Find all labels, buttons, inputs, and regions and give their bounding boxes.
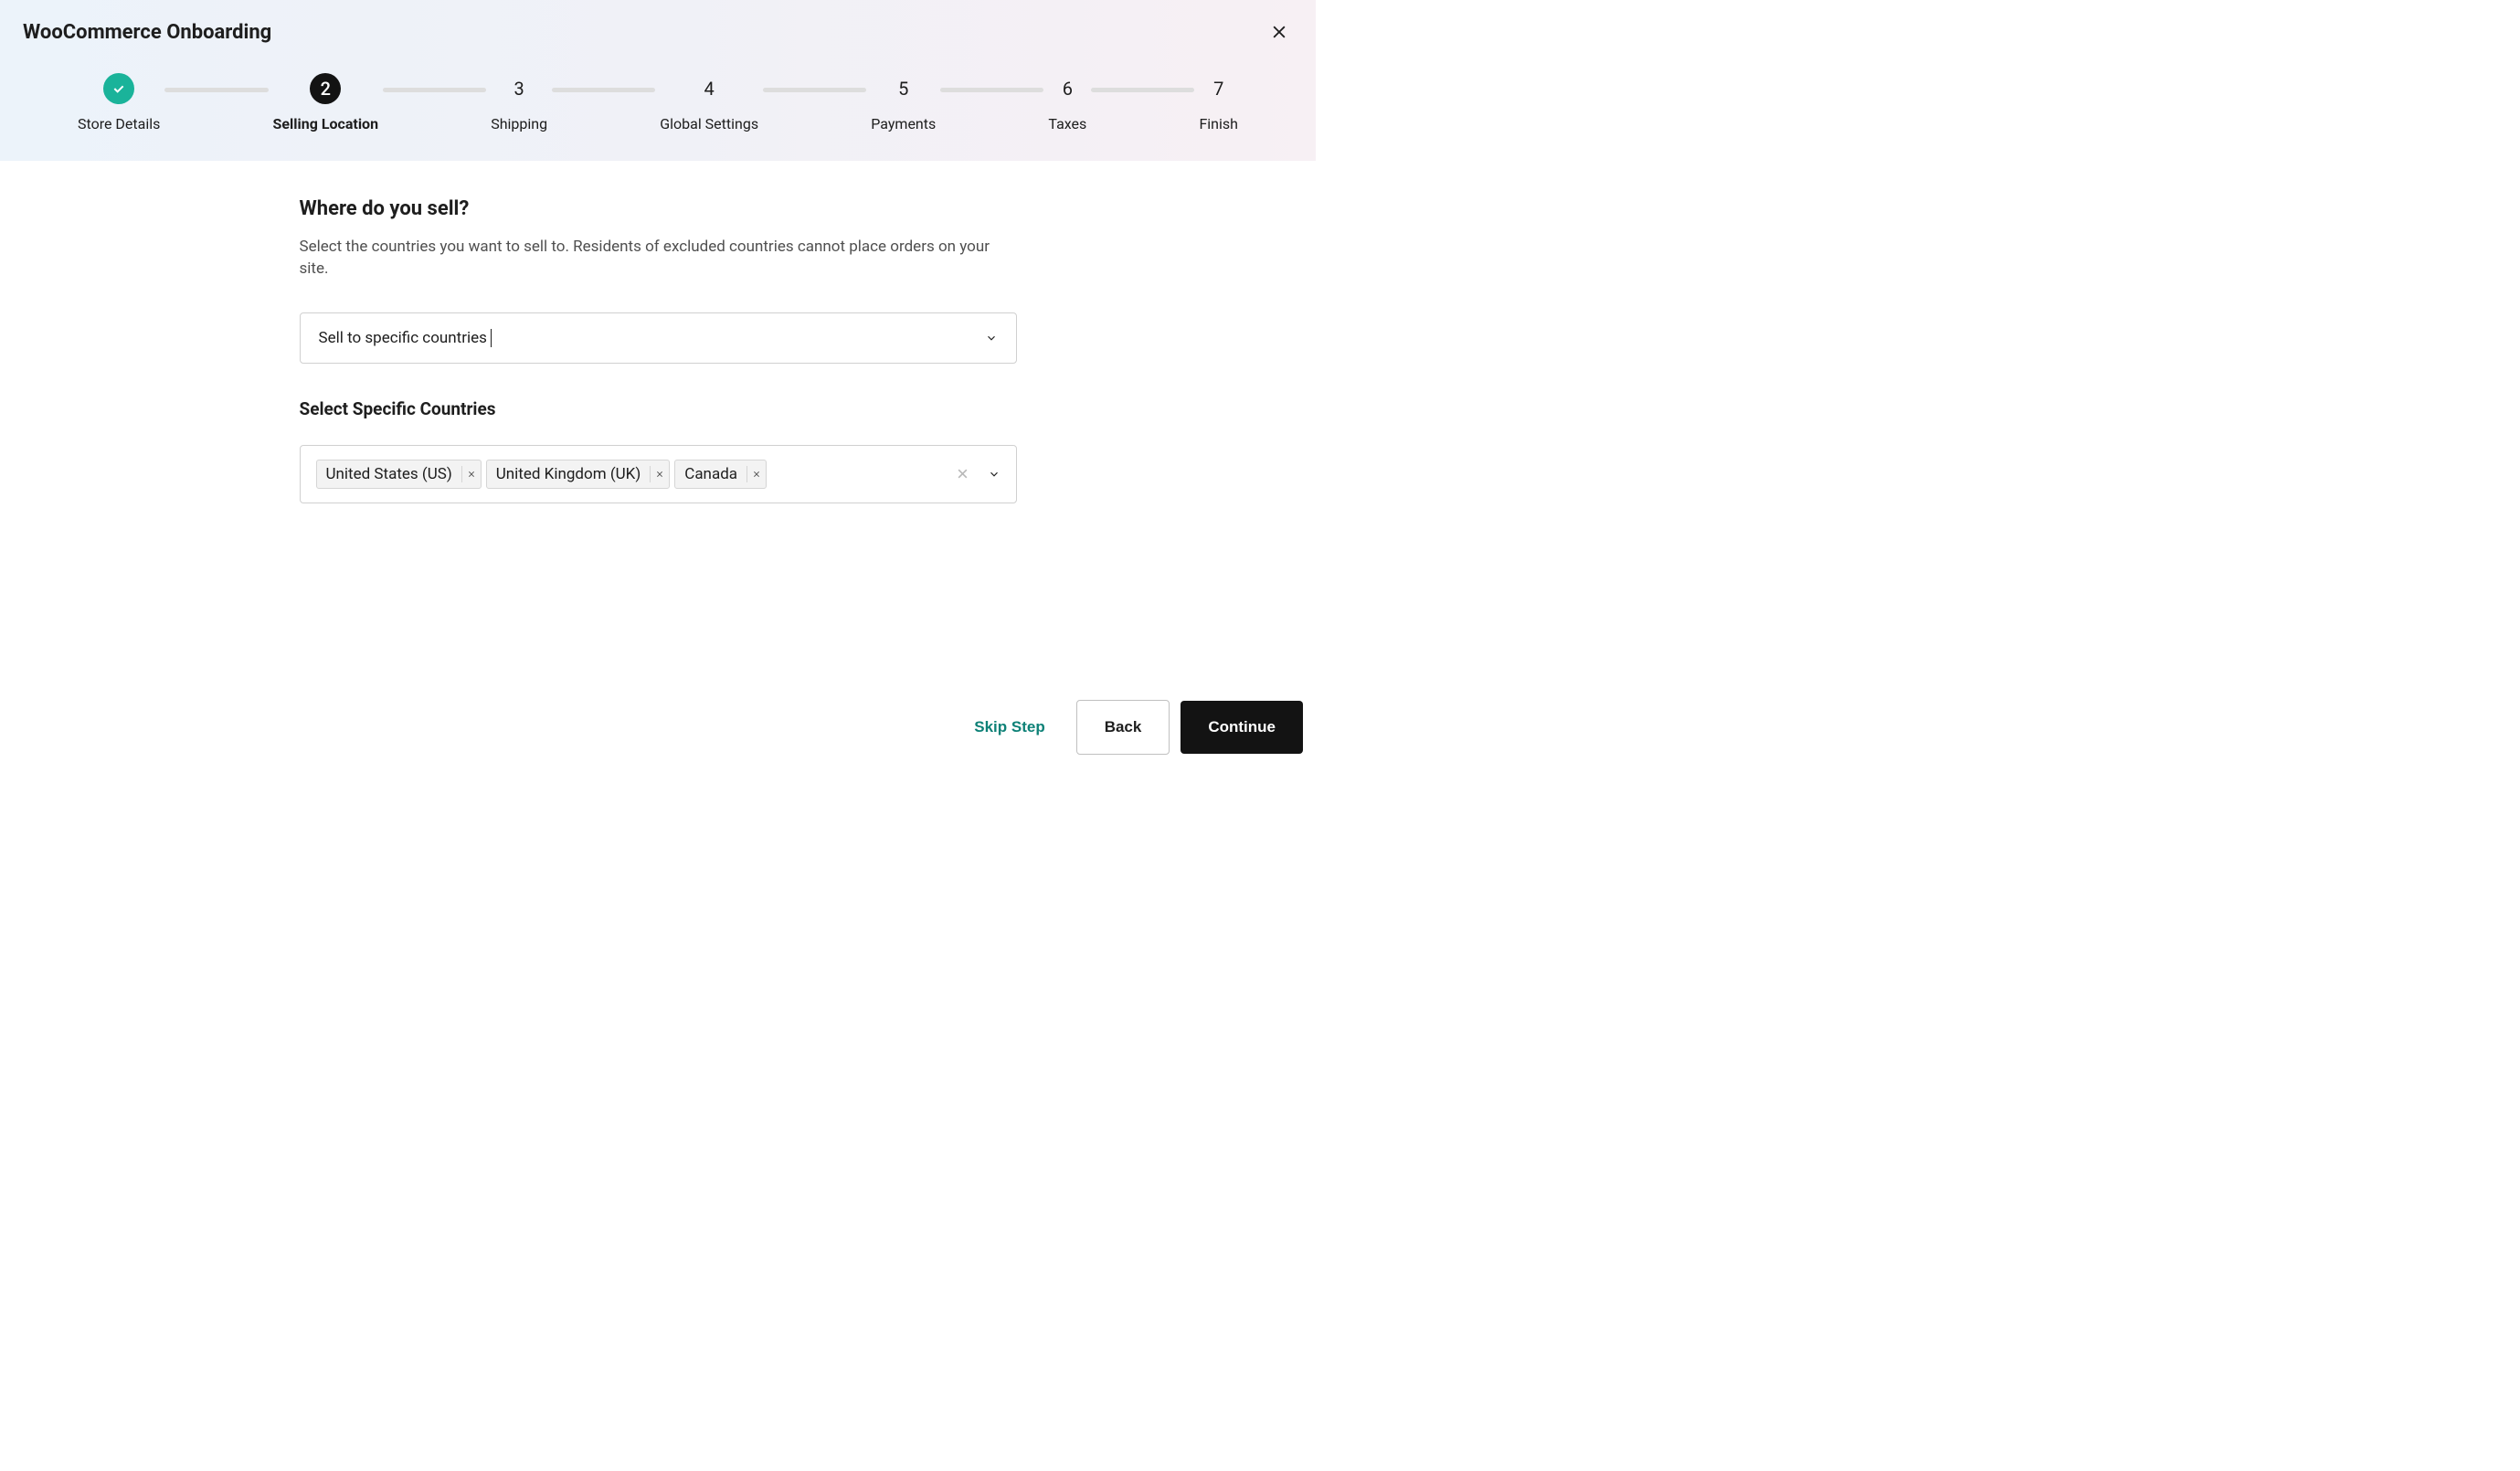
question-description: Select the countries you want to sell to… (300, 237, 1017, 280)
step-circle-active: 2 (310, 73, 341, 104)
step-circle: 3 (503, 73, 535, 104)
footer-actions: Skip Step Back Continue (954, 700, 1303, 755)
country-tag: United States (US) (316, 460, 482, 489)
continue-button[interactable]: Continue (1181, 701, 1303, 754)
step-connector (1091, 88, 1194, 92)
step-payments[interactable]: 5 Payments (871, 73, 936, 132)
chevron-down-icon (985, 332, 998, 344)
expand-dropdown-button[interactable] (988, 468, 1001, 481)
step-connector (763, 88, 866, 92)
selected-tags: United States (US) United Kingdom (UK) C… (316, 460, 768, 489)
step-taxes[interactable]: 6 Taxes (1048, 73, 1086, 132)
x-icon (957, 468, 969, 480)
x-icon (468, 471, 475, 478)
countries-section-label: Select Specific Countries (300, 398, 1017, 419)
countries-multi-select[interactable]: United States (US) United Kingdom (UK) C… (300, 445, 1017, 503)
step-connector (164, 88, 268, 92)
text-caret (491, 329, 492, 347)
onboarding-header: WooCommerce Onboarding Store Details 2 S… (0, 0, 1316, 161)
step-finish[interactable]: 7 Finish (1199, 73, 1238, 132)
step-store-details[interactable]: Store Details (78, 73, 160, 132)
remove-tag-button[interactable] (461, 466, 481, 482)
step-label: Finish (1199, 115, 1238, 132)
question-title: Where do you sell? (300, 197, 1017, 220)
step-shipping[interactable]: 3 Shipping (491, 73, 547, 132)
step-circle: 5 (888, 73, 919, 104)
x-icon (753, 471, 760, 478)
country-tag: United Kingdom (UK) (486, 460, 671, 489)
step-label: Payments (871, 115, 936, 132)
x-icon (656, 471, 663, 478)
step-label: Store Details (78, 115, 160, 132)
step-global-settings[interactable]: 4 Global Settings (660, 73, 758, 132)
clear-all-button[interactable] (954, 465, 971, 482)
skip-step-button[interactable]: Skip Step (954, 701, 1064, 754)
chevron-down-icon (988, 468, 1001, 481)
step-circle: 6 (1052, 73, 1083, 104)
tag-label: United Kingdom (UK) (487, 460, 651, 488)
remove-tag-button[interactable] (650, 466, 669, 482)
page-title: WooCommerce Onboarding (23, 21, 271, 44)
step-connector (552, 88, 655, 92)
tag-label: Canada (675, 460, 746, 488)
sell-mode-select[interactable]: Sell to specific countries (300, 312, 1017, 364)
country-tag: Canada (674, 460, 767, 489)
close-button[interactable] (1265, 18, 1293, 46)
step-circle-completed (103, 73, 134, 104)
step-circle: 4 (694, 73, 725, 104)
check-icon (111, 81, 126, 96)
close-icon (1270, 23, 1288, 41)
progress-stepper: Store Details 2 Selling Location 3 Shipp… (23, 73, 1293, 132)
step-circle: 7 (1203, 73, 1234, 104)
step-connector (383, 88, 486, 92)
step-label: Taxes (1048, 115, 1086, 132)
tag-label: United States (US) (317, 460, 461, 488)
main-content: Where do you sell? Select the countries … (300, 161, 1017, 540)
step-connector (940, 88, 1043, 92)
select-value: Sell to specific countries (319, 329, 487, 347)
step-label: Global Settings (660, 115, 758, 132)
step-selling-location[interactable]: 2 Selling Location (273, 73, 379, 132)
back-button[interactable]: Back (1076, 700, 1170, 755)
step-label: Shipping (491, 115, 547, 132)
step-label: Selling Location (273, 115, 379, 132)
remove-tag-button[interactable] (746, 466, 766, 482)
